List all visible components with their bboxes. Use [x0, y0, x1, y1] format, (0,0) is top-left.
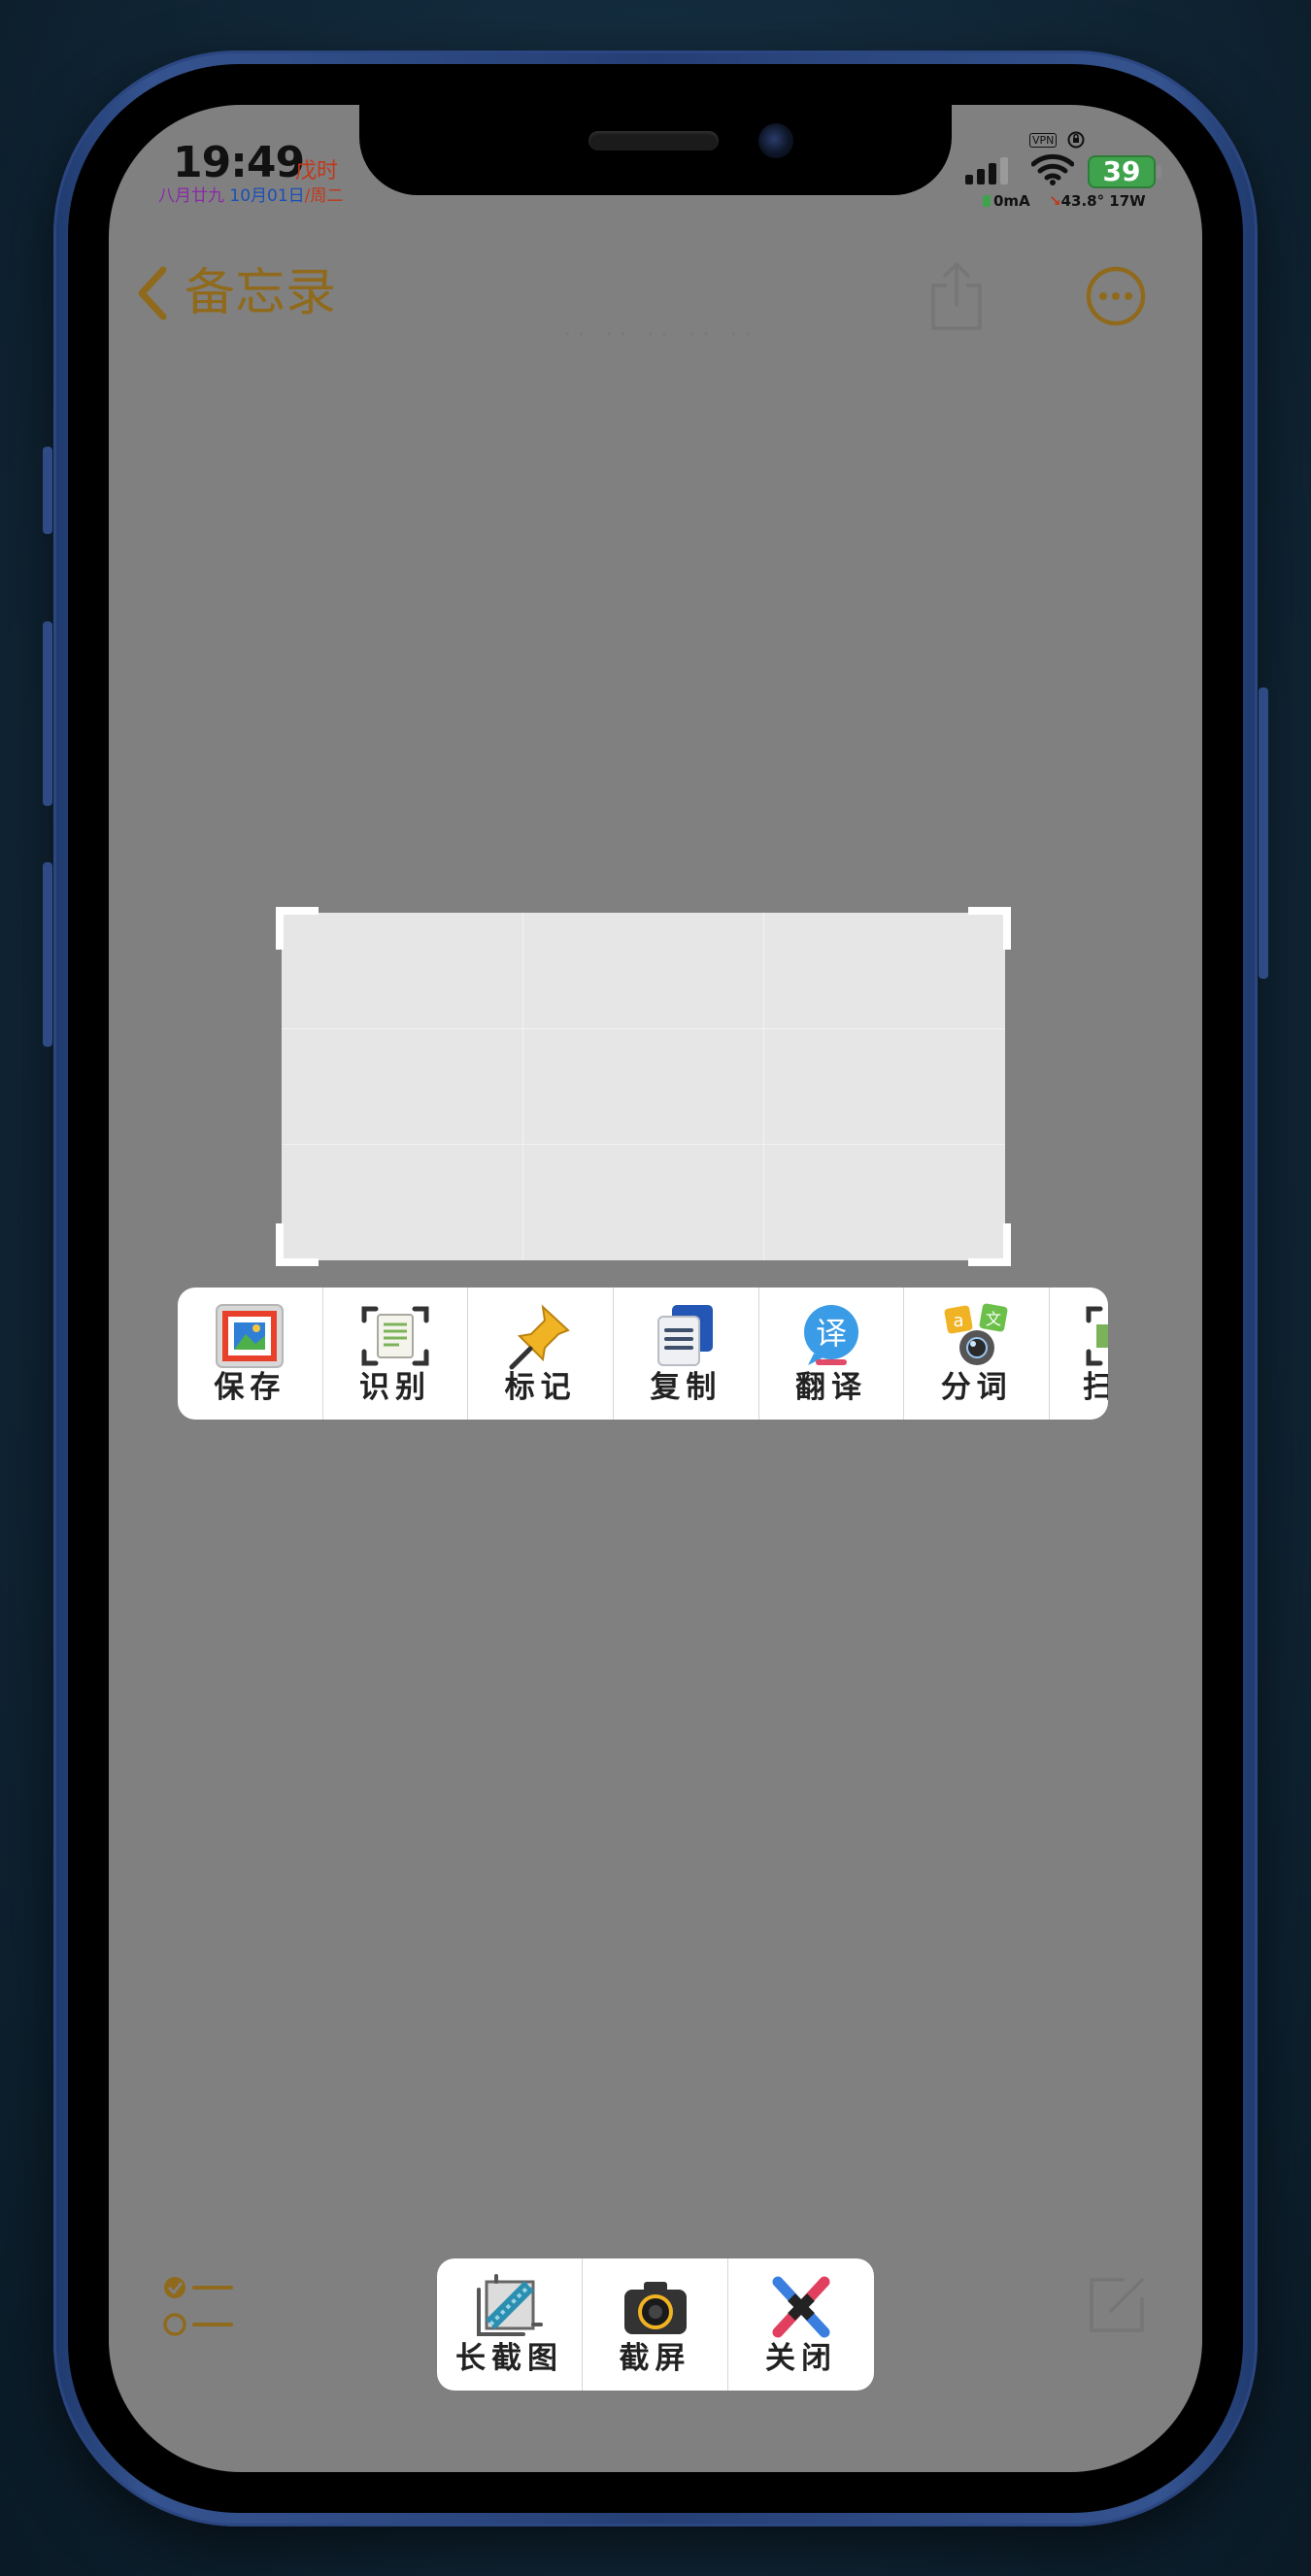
gregorian-date: 10月01日 [229, 186, 305, 206]
earpiece-speaker [588, 131, 719, 151]
selection-handle-top-right[interactable] [968, 907, 1011, 950]
long-screenshot-button[interactable]: 长截图 [437, 2258, 583, 2391]
volume-up-button [43, 621, 52, 806]
note-title-faint: ·· ·· ·· ·· ·· [563, 320, 757, 350]
svg-text:文: 文 [986, 1310, 1001, 1328]
battery-tip [1157, 165, 1161, 179]
screenshot-button[interactable]: 截屏 [583, 2258, 728, 2391]
segment-words-button[interactable]: a 文 分词 [904, 1288, 1051, 1420]
compose-icon[interactable] [1086, 2274, 1148, 2336]
svg-text:a: a [953, 1311, 963, 1331]
grid-line [522, 913, 523, 1260]
translate-button[interactable]: 译 翻译 [759, 1288, 905, 1420]
chevron-left-icon [138, 266, 167, 320]
selection-action-toolbar: 保存 识别 标记 复制 译 翻译 a 文 分词 扫 [178, 1288, 1108, 1420]
charging-current: 0mA [983, 192, 1030, 210]
back-button[interactable]: 备忘录 [134, 264, 336, 322]
close-icon [772, 2276, 830, 2338]
checklist-icon[interactable] [161, 2274, 235, 2340]
battery-temperature: ↘43.8° 17W [1049, 192, 1146, 210]
segment-words-icon: a 文 [944, 1303, 1008, 1365]
rotation-lock-icon [1067, 131, 1085, 149]
grid-line [282, 1144, 1005, 1145]
scan-button-label: 扫 [1083, 1370, 1108, 1405]
front-camera [758, 123, 793, 158]
screenshot-button-label: 截屏 [619, 2341, 691, 2376]
grid-line [763, 913, 764, 1260]
notch [359, 64, 952, 195]
recognize-button[interactable]: 识别 [323, 1288, 469, 1420]
long-screenshot-icon [476, 2274, 543, 2336]
save-photo-icon [216, 1304, 285, 1368]
back-button-label: 备忘录 [185, 264, 337, 322]
vpn-badge: VPN [1029, 133, 1058, 148]
share-icon[interactable] [927, 260, 986, 332]
selection-handle-top-left[interactable] [276, 907, 319, 950]
translate-icon: 译 [804, 1305, 859, 1365]
power-button [1259, 687, 1268, 979]
segment-words-button-label: 分词 [940, 1370, 1013, 1405]
grid-line [282, 1028, 1005, 1029]
scan-text-icon [361, 1306, 429, 1366]
weekday: /周二 [304, 186, 344, 206]
mark-button-label: 标记 [504, 1370, 577, 1405]
save-button[interactable]: 保存 [178, 1288, 323, 1420]
battery-indicator: 39 [1088, 155, 1156, 188]
translate-button-label: 翻译 [795, 1370, 868, 1405]
scan-button[interactable]: 扫 [1050, 1288, 1108, 1420]
long-screenshot-button-label: 长截图 [455, 2341, 563, 2376]
close-button[interactable]: 关闭 [728, 2258, 874, 2391]
wifi-icon [1031, 153, 1074, 185]
copy-button-label: 复制 [650, 1370, 723, 1405]
screenshot-bottom-toolbar: 长截图 截屏 关闭 [437, 2258, 874, 2391]
screenshot-selection-area[interactable] [282, 913, 1005, 1260]
copy-button[interactable]: 复制 [614, 1288, 759, 1420]
mark-button[interactable]: 标记 [468, 1288, 615, 1420]
copy-document-icon [657, 1305, 714, 1366]
mute-switch [43, 447, 52, 534]
close-button-label: 关闭 [765, 2341, 837, 2376]
scan-icon [1086, 1306, 1108, 1366]
lunar-date: 八月廿九 [158, 186, 224, 206]
pin-icon [509, 1304, 570, 1370]
save-button-label: 保存 [214, 1370, 286, 1405]
volume-down-button [43, 862, 52, 1047]
camera-icon [623, 2282, 687, 2334]
cellular-signal-icon [965, 157, 1008, 184]
status-time: 19:49 [173, 138, 305, 187]
status-date-line: 八月廿九 10月01日/周二 [158, 188, 343, 205]
recognize-button-label: 识别 [359, 1370, 431, 1405]
svg-text:译: 译 [816, 1315, 847, 1352]
selection-handle-bottom-left[interactable] [276, 1223, 319, 1266]
selection-handle-bottom-right[interactable] [968, 1223, 1011, 1266]
more-options-icon[interactable] [1086, 266, 1146, 326]
status-shichen: 戊时 [295, 159, 339, 184]
